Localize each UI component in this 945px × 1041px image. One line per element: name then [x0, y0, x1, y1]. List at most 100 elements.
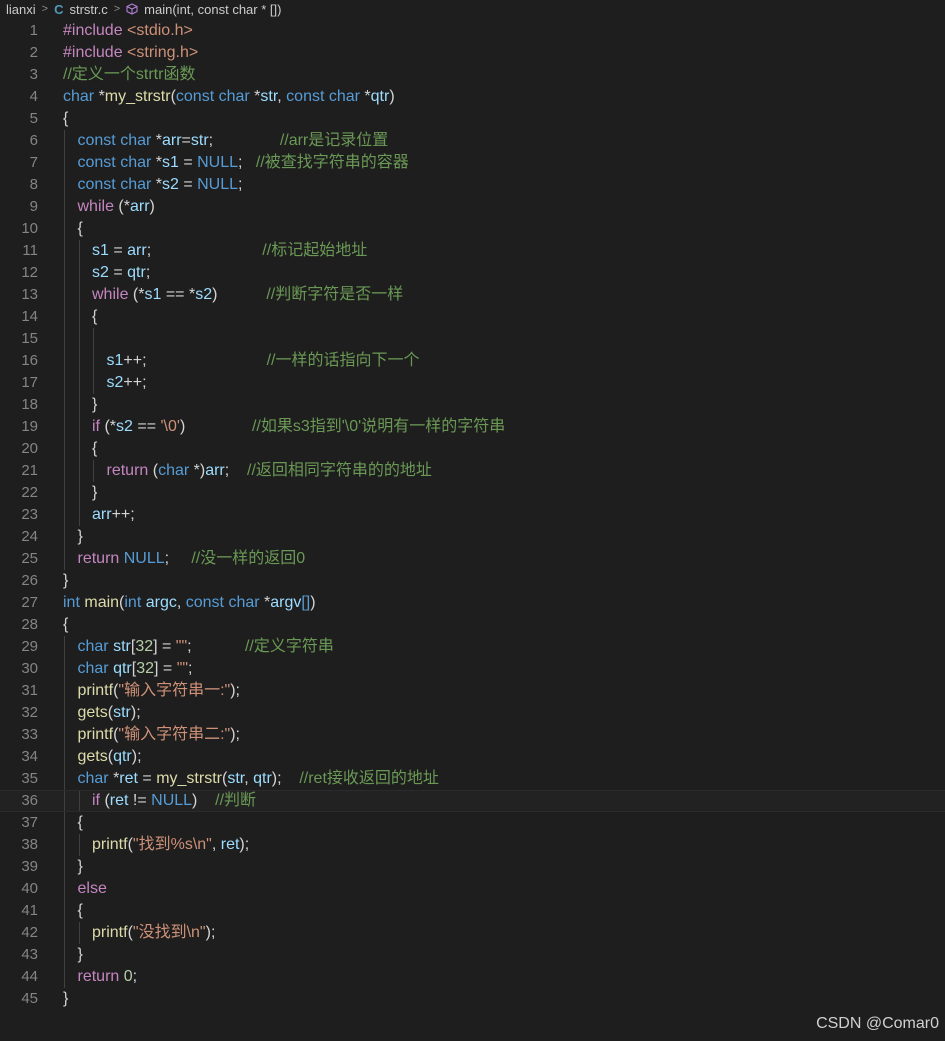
code-token: const char [286, 88, 360, 105]
code-text: char *ret = my_strstr(str, qtr); //ret接收… [78, 768, 439, 790]
code-token: * [249, 88, 261, 105]
code-editor[interactable]: 1 #include <stdio.h> 2 #include <string.h> 3… [0, 20, 945, 1010]
code-line[interactable]: 16 s1++; //一样的话指向下一个 [0, 350, 945, 372]
code-line[interactable]: 2 #include <string.h> [0, 42, 945, 64]
code-token: if [92, 792, 100, 809]
code-line[interactable]: 29 char str[32] = ""; //定义字符串 [0, 636, 945, 658]
code-line[interactable]: 36 if (ret != NULL) //判断 [0, 790, 945, 812]
code-line[interactable]: 21 return (char *)arr; //返回相同字符串的的地址 [0, 460, 945, 482]
indent-guide [64, 768, 65, 790]
code-line[interactable]: 30 char qtr[32] = ""; [0, 658, 945, 680]
code-token: "找到%s\n" [132, 836, 212, 853]
code-token: <stdio.h> [127, 22, 193, 39]
code-token: '\0' [160, 418, 180, 435]
code-token: //被查找字符串的容器 [255, 154, 409, 171]
code-line[interactable]: 18} [0, 394, 945, 416]
indent-guide [64, 878, 65, 900]
indent-guide [78, 240, 80, 262]
code-line[interactable]: 33 printf("输入字符串二:"); [0, 724, 945, 746]
code-line[interactable]: 45} [0, 988, 945, 1010]
code-line[interactable]: 34 gets(qtr); [0, 746, 945, 768]
code-token: arr [92, 506, 112, 523]
indent-guide [64, 240, 65, 262]
line-number: 44 [21, 968, 38, 985]
code-token: } [63, 990, 69, 1007]
breadcrumb-file[interactable]: strstr.c [69, 2, 107, 17]
code-line[interactable]: 41 { [0, 900, 945, 922]
code-line[interactable]: 39} [0, 856, 945, 878]
code-line[interactable]: 38 printf("找到%s\n", ret); [0, 834, 945, 856]
code-token: //定义字符串 [244, 638, 334, 655]
code-token: ; [188, 660, 193, 677]
line-number: 30 [21, 660, 38, 677]
code-token: return [77, 550, 120, 567]
code-line[interactable]: 22} [0, 482, 945, 504]
line-number: 19 [21, 418, 38, 435]
line-number: 14 [21, 308, 38, 325]
code-text: } [63, 570, 68, 592]
code-line[interactable]: 14 { [0, 306, 945, 328]
code-line[interactable]: 42 printf("没找到\n"); [0, 922, 945, 944]
code-text: printf("找到%s\n", ret); [92, 834, 249, 856]
code-line[interactable]: 43} [0, 944, 945, 966]
code-line[interactable]: 37 { [0, 812, 945, 834]
code-token: * [151, 132, 162, 149]
code-text: s2 = qtr; [92, 262, 150, 284]
code-line[interactable]: 13 while (*s1 == *s2) //判断字符是否一样 [0, 284, 945, 306]
code-line[interactable]: 12 s2 = qtr; [0, 262, 945, 284]
code-token: NULL [197, 154, 239, 171]
line-number: 25 [21, 550, 38, 567]
code-line[interactable]: 32 gets(str); [0, 702, 945, 724]
breadcrumb-symbol[interactable]: main(int, const char * []) [144, 2, 281, 17]
code-token: = [178, 176, 198, 193]
code-line[interactable]: 6 const char *arr=str; //arr是记录位置 [0, 130, 945, 152]
code-token: ] = [154, 660, 177, 677]
code-line[interactable]: 9 while (*arr) [0, 196, 945, 218]
code-line[interactable]: 35 char *ret = my_strstr(str, qtr); //ret… [0, 768, 945, 790]
line-number: 36 [21, 792, 38, 809]
code-token: s2 [195, 286, 213, 303]
code-text: s1++; //一样的话指向下一个 [107, 350, 420, 372]
code-line[interactable]: 8 const char *s2 = NULL; [0, 174, 945, 196]
code-token: //定义一个strtr函数 [63, 66, 196, 83]
code-token: ); [230, 726, 240, 743]
code-line[interactable]: 27 int main(int argc, const char *argv[]) [0, 592, 945, 614]
code-line[interactable]: 23 arr++; [0, 504, 945, 526]
code-line[interactable]: 40 else [0, 878, 945, 900]
line-number: 34 [21, 748, 38, 765]
code-line[interactable]: 7 const char *s1 = NULL; //被查找字符串的容器 [0, 152, 945, 174]
code-line[interactable]: 4 char *my_strstr(const char *str, const … [0, 86, 945, 108]
code-token: arr [161, 132, 182, 149]
code-line[interactable]: 31 printf("输入字符串一:"); [0, 680, 945, 702]
code-token: "输入字符串二:" [118, 726, 231, 743]
code-token: , [244, 770, 254, 787]
indent-guide [78, 350, 80, 372]
code-line[interactable]: 17 s2++; [0, 372, 945, 394]
code-token: printf [92, 924, 128, 941]
code-line[interactable]: 20 { [0, 438, 945, 460]
code-line[interactable]: 3 //定义一个strtr函数 [0, 64, 945, 86]
code-text: return 0; [78, 966, 138, 988]
code-line[interactable]: 25 return NULL; //没一样的返回0 [0, 548, 945, 570]
code-line[interactable]: 15 [0, 328, 945, 350]
code-token: gets [77, 748, 108, 765]
code-line[interactable]: 5{ [0, 108, 945, 130]
line-number: 31 [21, 682, 38, 699]
code-line[interactable]: 11 s1 = arr; //标记起始地址 [0, 240, 945, 262]
code-line[interactable]: 1 #include <stdio.h> [0, 20, 945, 42]
code-line[interactable]: 10 { [0, 218, 945, 240]
code-text: arr++; [92, 504, 135, 526]
code-token: } [92, 484, 98, 501]
code-token: int [124, 594, 142, 611]
code-token: argc [145, 594, 177, 611]
code-line[interactable]: 19 if (*s2 == '\0') //如果s3指到'\0'说明有一样的字符串 [0, 416, 945, 438]
code-line[interactable]: 26} [0, 570, 945, 592]
code-token: ++; [123, 374, 147, 391]
code-token: ); [230, 682, 240, 699]
code-line[interactable]: 28 { [0, 614, 945, 636]
breadcrumb-folder[interactable]: lianxi [6, 2, 36, 17]
indent-guide [64, 130, 65, 152]
code-line[interactable]: 24} [0, 526, 945, 548]
code-line[interactable]: 44 return 0; [0, 966, 945, 988]
indent-guide [64, 944, 65, 966]
